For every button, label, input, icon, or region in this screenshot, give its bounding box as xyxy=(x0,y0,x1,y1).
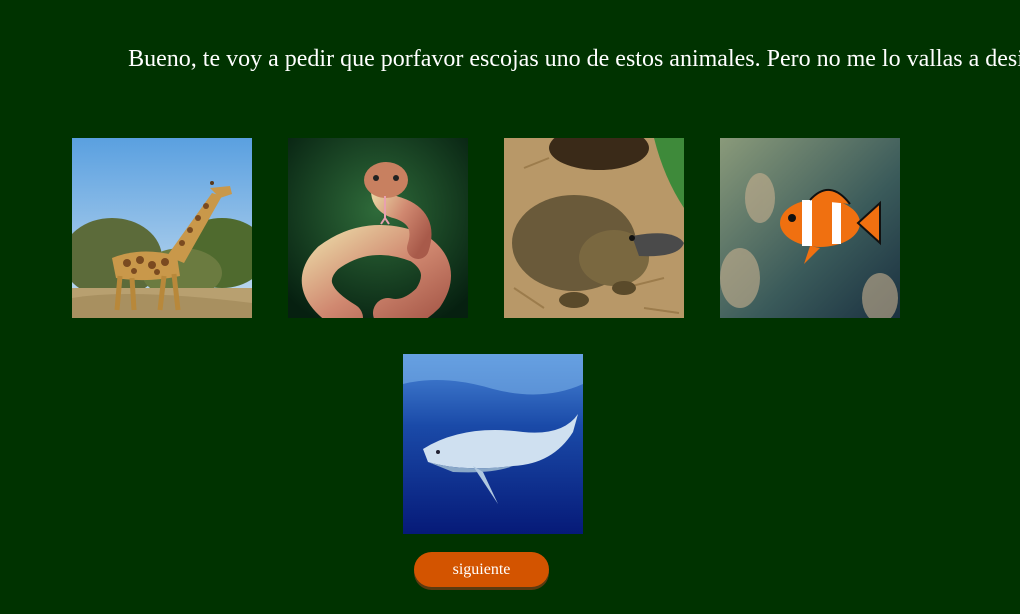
page: Bueno, te voy a pedir que porfavor escoj… xyxy=(0,0,1020,614)
animal-option-clownfish[interactable] xyxy=(720,138,900,318)
snake-image xyxy=(288,138,468,318)
clownfish-image xyxy=(720,138,900,318)
platypus-image xyxy=(504,138,684,318)
animal-option-giraffe[interactable] xyxy=(72,138,252,318)
prompt-text: Bueno, te voy a pedir que porfavor escoj… xyxy=(128,46,1020,72)
next-button[interactable]: siguiente xyxy=(414,552,549,587)
animal-option-platypus[interactable] xyxy=(504,138,684,318)
giraffe-image xyxy=(72,138,252,318)
animal-option-snake[interactable] xyxy=(288,138,468,318)
animal-option-whale[interactable] xyxy=(403,354,583,534)
whale-image xyxy=(403,354,583,534)
